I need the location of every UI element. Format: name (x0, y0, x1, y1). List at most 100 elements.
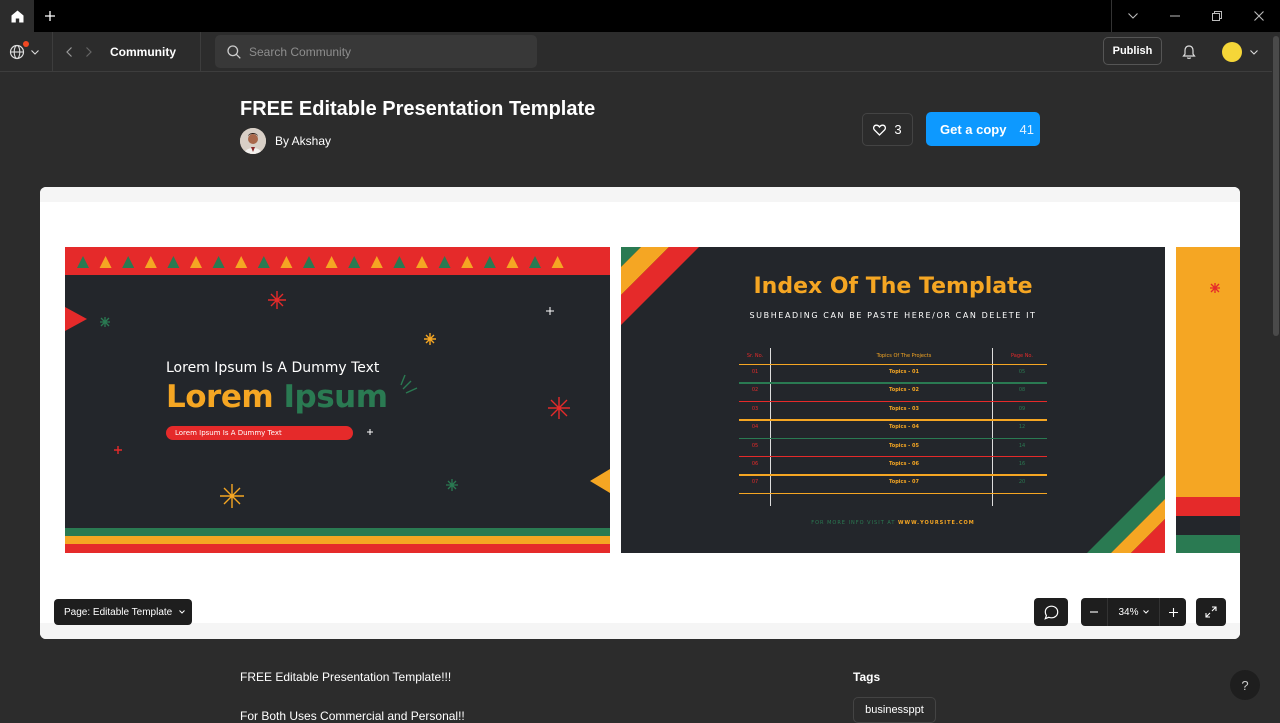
close-icon (1254, 11, 1264, 21)
home-tab[interactable] (0, 0, 34, 32)
notifications-button[interactable] (1180, 43, 1198, 61)
table-cell-number: 02 (751, 387, 759, 394)
chevron-down-icon (31, 49, 39, 55)
slide-index-table: Sr. No. Topics Of The Projects Page No. 01 T… (739, 348, 1047, 507)
table-cell-number: 05 (751, 442, 759, 449)
table-cell-page: 14 (1018, 442, 1026, 449)
slide-index-subheading: SUBHEADING CAN BE PASTE HERE/OR CAN DELE… (749, 311, 1037, 320)
search-icon (227, 44, 241, 59)
slide-title-word-lorem: Lorem (166, 379, 274, 415)
slide-index-footer-site: WWW.YOURSITE.COM (898, 520, 975, 526)
search-box[interactable] (215, 35, 537, 68)
table-cell-topic: Topics - 01 (889, 369, 919, 375)
slide-title-word-ipsum: Ipsum (283, 379, 388, 415)
tabs-dropdown-button[interactable] (1112, 0, 1154, 32)
fullscreen-button[interactable] (1196, 598, 1226, 626)
forward-button[interactable] (82, 44, 96, 60)
table-cell-number: 03 (751, 405, 759, 412)
new-tab-button[interactable] (38, 4, 62, 28)
notification-dot (23, 41, 29, 47)
tags-heading: Tags (853, 670, 881, 684)
table-row-line (739, 382, 1047, 384)
table-cell-page: 08 (1018, 387, 1026, 394)
chevron-left-icon (66, 47, 72, 57)
minus-icon (1090, 611, 1098, 613)
comments-button[interactable] (1034, 598, 1068, 626)
page-selector[interactable]: Page: Editable Template (54, 599, 192, 625)
table-cell-topic: Topics - 06 (889, 461, 919, 467)
publish-button[interactable]: Publish (1103, 37, 1162, 65)
plus-icon (1168, 607, 1178, 617)
table-cell-page: 12 (1018, 424, 1026, 431)
table-divider (992, 348, 993, 506)
plus-icon (45, 11, 55, 21)
slide-title-subtitle: Lorem Ipsum Is A Dummy Text (166, 360, 380, 376)
table-header-cell: Sr. No. (746, 353, 764, 359)
description-line-2: For Both Uses Commercial and Personal!! (240, 709, 465, 723)
chevron-down-icon (1128, 13, 1138, 19)
author-link[interactable]: By Akshay (240, 128, 331, 154)
description-line-1: FREE Editable Presentation Template!!! (240, 670, 452, 684)
globe-icon (9, 44, 25, 60)
table-row-line (739, 492, 1047, 495)
author-avatar (240, 128, 266, 154)
table-divider (770, 348, 771, 506)
table-row-line (739, 364, 1047, 366)
zoom-out-button[interactable] (1081, 598, 1107, 626)
zoom-level-dropdown[interactable]: 34% (1107, 598, 1160, 626)
file-preview-canvas[interactable]: Lorem Ipsum Is A Dummy Text Lorem Ipsum … (40, 187, 1240, 639)
table-header-cell: Page No. (1011, 353, 1033, 359)
zoom-level: 34% (1118, 606, 1139, 618)
slide-index-footer: FOR MORE INFO VISIT AT WWW.YOURSITE.COM (621, 520, 1165, 526)
minimize-button[interactable] (1154, 0, 1196, 32)
table-cell-number: 04 (751, 424, 759, 431)
search-input[interactable] (249, 44, 519, 59)
zoom-in-button[interactable] (1160, 598, 1186, 626)
get-a-copy-button[interactable]: Get a copy 41 (926, 112, 1040, 146)
table-cell-topic: Topics - 02 (889, 387, 919, 394)
close-button[interactable] (1238, 0, 1280, 32)
table-cell-page: 16 (1018, 461, 1026, 467)
chevron-down-icon (1250, 49, 1258, 55)
preview-top-strip (40, 187, 1240, 202)
heart-icon (873, 124, 887, 136)
avatar (1222, 42, 1242, 62)
table-row-line (739, 419, 1047, 421)
account-menu-button[interactable] (1222, 41, 1262, 63)
get-a-copy-label: Get a copy (940, 121, 1007, 137)
table-cell-number: 06 (751, 461, 759, 467)
table-cell-number: 01 (751, 369, 759, 375)
fullscreen-icon (1205, 606, 1217, 618)
author-name: By Akshay (275, 134, 332, 148)
table-header-cell: Topics Of The Projects (876, 353, 932, 359)
table-cell-number: 07 (751, 479, 759, 486)
like-button[interactable]: 3 (862, 113, 913, 146)
table-cell-topic: Topics - 04 (889, 424, 919, 431)
slide-partial (1176, 247, 1240, 553)
slide-index: Index Of The Template SUBHEADING CAN BE … (621, 247, 1165, 553)
table-cell-topic: Topics - 05 (889, 442, 919, 449)
table-cell-page: 05 (1018, 369, 1026, 375)
table-row-line (739, 456, 1047, 458)
table-row-line (739, 437, 1047, 439)
slide-partial-decor (1176, 283, 1240, 553)
back-button[interactable] (62, 44, 76, 60)
maximize-button[interactable] (1196, 0, 1238, 32)
language-menu-button[interactable] (9, 41, 43, 62)
zoom-controls: 34% (1081, 598, 1186, 626)
community-toolbar: Community Publish (0, 32, 1272, 72)
divider (52, 32, 53, 72)
like-count: 3 (894, 122, 902, 137)
scrollbar-thumb[interactable] (1273, 36, 1279, 336)
page-scrollbar[interactable] (1272, 32, 1280, 720)
home-icon (11, 10, 23, 22)
slide-index-footer-prefix: FOR MORE INFO VISIT AT (811, 520, 896, 526)
minimize-icon (1170, 15, 1180, 17)
table-row-line (739, 474, 1047, 476)
help-icon: ? (1241, 677, 1249, 693)
window-controls (1111, 0, 1280, 32)
breadcrumb-community[interactable]: Community (110, 45, 176, 59)
help-button[interactable]: ? (1230, 670, 1260, 700)
slide-title-pill: Lorem Ipsum Is A Dummy Text (166, 426, 353, 440)
tag-chip[interactable]: businessppt (853, 697, 936, 723)
